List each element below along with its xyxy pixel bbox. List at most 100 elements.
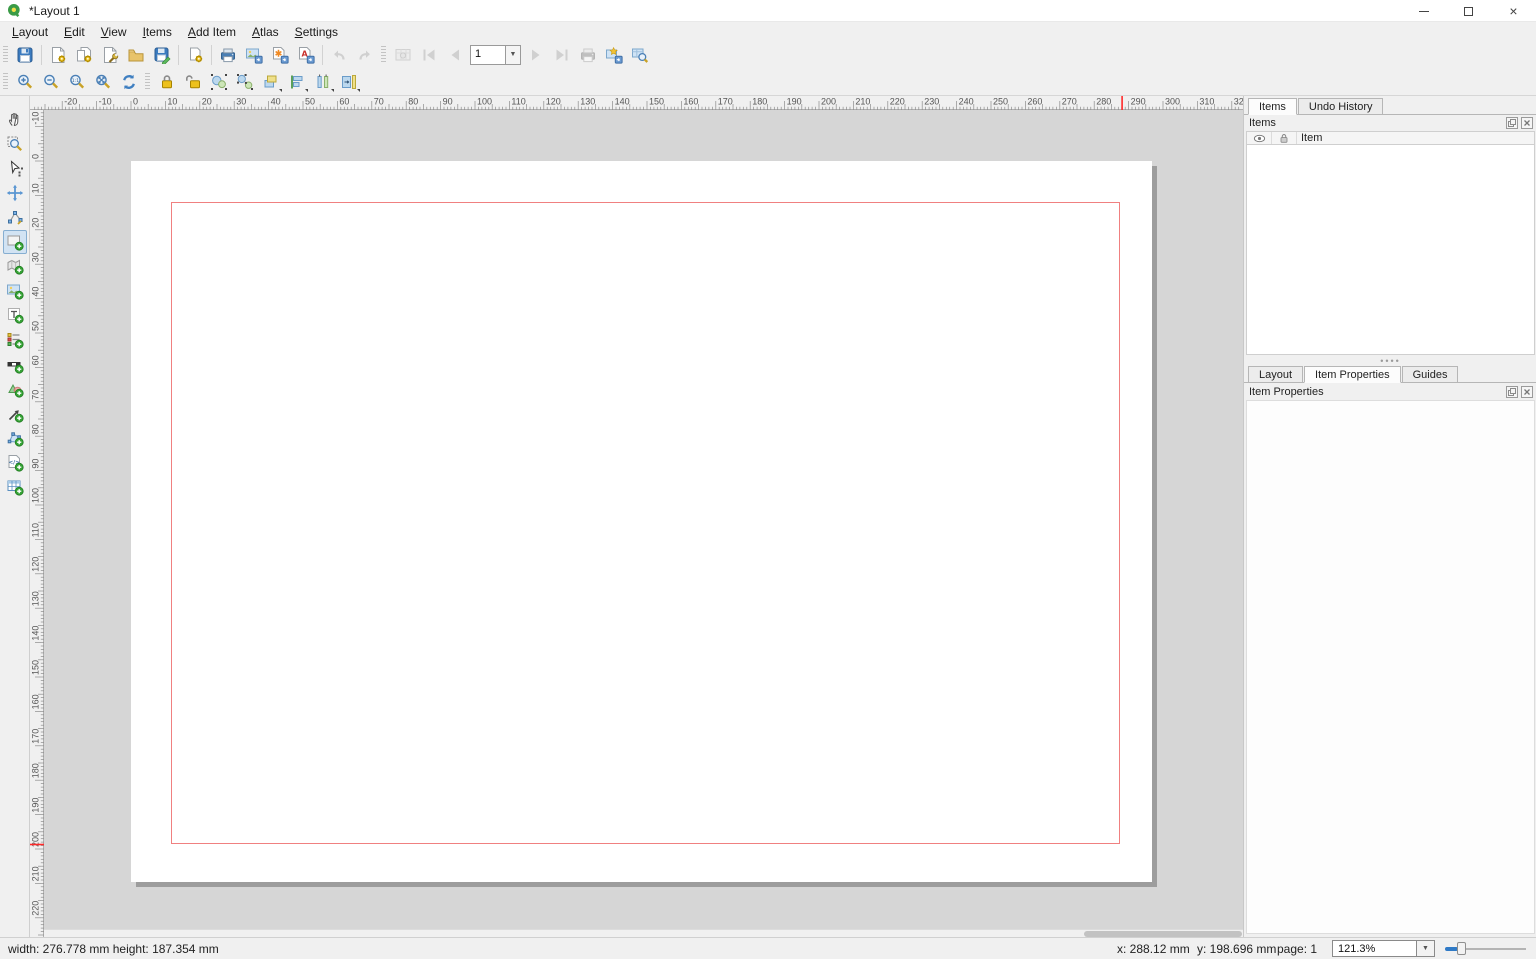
- tab-items[interactable]: Items: [1248, 98, 1297, 115]
- new-layout-button[interactable]: [46, 43, 70, 67]
- menu-view[interactable]: View: [93, 24, 135, 40]
- select-move-item-tool[interactable]: [3, 156, 27, 180]
- menu-settings[interactable]: Settings: [287, 24, 346, 40]
- qgis-logo: [7, 3, 22, 18]
- atlas-page-field[interactable]: 1: [470, 45, 506, 65]
- zoom-level-combo: 121.3% ▼: [1332, 940, 1435, 957]
- move-item-content-tool[interactable]: [3, 181, 27, 205]
- menu-add-item[interactable]: Add Item: [180, 24, 244, 40]
- svg-text:0: 0: [133, 97, 138, 107]
- add-node-item-tool[interactable]: [3, 426, 27, 450]
- undo-button[interactable]: [327, 43, 351, 67]
- svg-text:120: 120: [546, 97, 561, 107]
- export-as-pdf-button[interactable]: A: [294, 43, 318, 67]
- preview-atlas-button[interactable]: [391, 43, 415, 67]
- add-map-tool[interactable]: [3, 230, 27, 254]
- save-as-template-button[interactable]: [150, 43, 174, 67]
- add-pages-button[interactable]: [183, 43, 207, 67]
- close-button[interactable]: ×: [1491, 0, 1536, 22]
- svg-text:150: 150: [31, 660, 41, 675]
- zoom-actual-button[interactable]: 1:1: [65, 70, 89, 94]
- add-attribute-table-tool[interactable]: [3, 475, 27, 499]
- add-arrow-tool[interactable]: [3, 402, 27, 426]
- add-shape-tool[interactable]: [3, 377, 27, 401]
- refresh-view-button[interactable]: [117, 70, 141, 94]
- align-selected-items-button[interactable]: [285, 70, 309, 94]
- items-list[interactable]: [1246, 145, 1535, 355]
- float-panel-icon[interactable]: [1506, 386, 1518, 398]
- zoom-out-button[interactable]: [39, 70, 63, 94]
- pan-layout-tool[interactable]: [3, 107, 27, 131]
- unlock-all-items-button[interactable]: [181, 70, 205, 94]
- panel-splitter[interactable]: ••••: [1244, 356, 1536, 366]
- last-feature-button[interactable]: [550, 43, 574, 67]
- add-html-tool[interactable]: </>: [3, 451, 27, 475]
- toolbar-grip[interactable]: [3, 73, 8, 91]
- lock-selected-items-button[interactable]: [155, 70, 179, 94]
- svg-text:0: 0: [31, 154, 41, 159]
- svg-text:270: 270: [1062, 97, 1077, 107]
- svg-text:290: 290: [1131, 97, 1146, 107]
- print-layout-button[interactable]: [216, 43, 240, 67]
- tab-layout[interactable]: Layout: [1248, 366, 1303, 382]
- svg-text:320: 320: [1234, 97, 1243, 107]
- previous-feature-button[interactable]: [443, 43, 467, 67]
- group-items-button[interactable]: [207, 70, 231, 94]
- layout-canvas[interactable]: [44, 110, 1243, 937]
- export-atlas-button[interactable]: [602, 43, 626, 67]
- add-legend-tool[interactable]: [3, 328, 27, 352]
- float-panel-icon[interactable]: [1506, 117, 1518, 129]
- toolbar-grip[interactable]: [145, 73, 150, 91]
- item-properties-content: [1246, 400, 1535, 934]
- svg-text:210: 210: [855, 97, 870, 107]
- ungroup-items-button[interactable]: [233, 70, 257, 94]
- redo-button[interactable]: [353, 43, 377, 67]
- close-panel-icon[interactable]: [1521, 117, 1533, 129]
- resize-items-button[interactable]: [337, 70, 361, 94]
- menu-edit[interactable]: Edit: [56, 24, 93, 40]
- tab-guides[interactable]: Guides: [1402, 366, 1459, 382]
- atlas-page-dropdown-icon[interactable]: ▼: [506, 45, 521, 65]
- zoom-slider-handle[interactable]: [1457, 942, 1466, 955]
- export-as-svg-button[interactable]: [268, 43, 292, 67]
- zoom-full-button[interactable]: [91, 70, 115, 94]
- first-feature-button[interactable]: [417, 43, 441, 67]
- add-scalebar-tool[interactable]: [3, 353, 27, 377]
- add-items-from-template-button[interactable]: [124, 43, 148, 67]
- minimize-button[interactable]: [1401, 0, 1446, 22]
- atlas-settings-button[interactable]: [628, 43, 652, 67]
- svg-text:230: 230: [924, 97, 939, 107]
- zoom-tool-tool[interactable]: [3, 132, 27, 156]
- tab-undo-history[interactable]: Undo History: [1298, 98, 1384, 114]
- svg-text:240: 240: [959, 97, 974, 107]
- toolbar-grip[interactable]: [381, 46, 386, 64]
- zoom-dropdown-arrow-icon[interactable]: ▼: [1417, 940, 1435, 957]
- save-project-button[interactable]: [13, 43, 37, 67]
- zoom-level-input[interactable]: 121.3%: [1332, 940, 1417, 957]
- next-feature-button[interactable]: [524, 43, 548, 67]
- menu-items[interactable]: Items: [135, 24, 180, 40]
- export-as-image-button[interactable]: [242, 43, 266, 67]
- add-3d-map-tool[interactable]: [3, 254, 27, 278]
- raise-selected-items-button[interactable]: [259, 70, 283, 94]
- toolbar-grip[interactable]: [3, 46, 8, 64]
- zoom-in-button[interactable]: [13, 70, 37, 94]
- duplicate-layout-button[interactable]: [72, 43, 96, 67]
- add-picture-tool[interactable]: [3, 279, 27, 303]
- print-atlas-button[interactable]: [576, 43, 600, 67]
- zoom-slider[interactable]: [1445, 938, 1528, 959]
- svg-text:20: 20: [31, 218, 41, 228]
- svg-text:220: 220: [31, 901, 41, 916]
- canvas-horizontal-scrollbar[interactable]: [44, 929, 1243, 937]
- close-panel-icon[interactable]: [1521, 386, 1533, 398]
- menu-layout[interactable]: Layout: [4, 24, 56, 40]
- toolbar-separator: [41, 45, 42, 65]
- tab-item-properties[interactable]: Item Properties: [1304, 366, 1401, 383]
- maximize-button[interactable]: [1446, 0, 1491, 22]
- distribute-items-button[interactable]: [311, 70, 335, 94]
- layout-manager-button[interactable]: [98, 43, 122, 67]
- menu-atlas[interactable]: Atlas: [244, 24, 287, 40]
- edit-nodes-item-tool[interactable]: [3, 205, 27, 229]
- add-label-tool[interactable]: [3, 303, 27, 327]
- svg-text:160: 160: [683, 97, 698, 107]
